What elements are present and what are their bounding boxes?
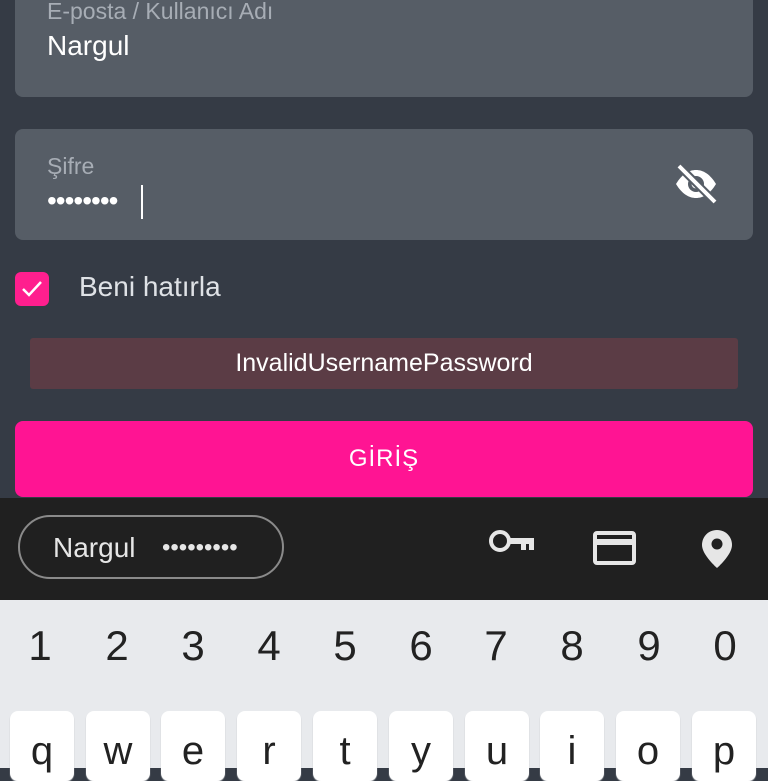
remember-me-checkbox[interactable] <box>15 272 49 306</box>
eye-off-icon[interactable] <box>673 163 719 205</box>
suggestion-username: Nargul <box>53 532 136 563</box>
key-i-label: i <box>567 729 577 773</box>
key-icon[interactable] <box>488 526 536 561</box>
key-7[interactable]: 7 <box>471 622 521 670</box>
key-9[interactable]: 9 <box>624 622 674 670</box>
key-q[interactable]: q <box>10 711 74 781</box>
key-8[interactable]: 8 <box>547 622 597 670</box>
remember-me-label[interactable]: Beni hatırla <box>79 271 221 303</box>
key-y-label: y <box>411 729 431 773</box>
credit-card-icon[interactable] <box>593 531 636 570</box>
password-label: Şifre <box>47 153 95 179</box>
key-t-label: t <box>339 729 351 773</box>
location-pin-icon[interactable] <box>700 528 734 575</box>
key-q-label: q <box>30 729 54 773</box>
key-p-label: p <box>712 729 736 773</box>
key-4[interactable]: 4 <box>244 622 294 670</box>
key-o[interactable]: o <box>616 711 680 781</box>
login-button[interactable]: GİRİŞ <box>15 421 753 497</box>
key-o-label: o <box>636 729 660 773</box>
key-5[interactable]: 5 <box>320 622 370 670</box>
key-3[interactable]: 3 <box>168 622 218 670</box>
key-6[interactable]: 6 <box>396 622 446 670</box>
error-message: InvalidUsernamePassword <box>30 338 738 389</box>
key-u-label: u <box>485 729 509 773</box>
email-label: E-posta / Kullanıcı Adı <box>47 0 274 24</box>
password-field[interactable]: Şifre •••••••• <box>15 129 753 240</box>
on-screen-keyboard: 1 2 3 4 5 6 7 8 9 0 q w e r t y u i o p <box>0 600 768 781</box>
checkmark-icon <box>22 281 42 297</box>
key-y[interactable]: y <box>389 711 453 781</box>
text-caret <box>141 185 143 219</box>
suggestion-password: ••••••••• <box>162 534 238 561</box>
key-w[interactable]: w <box>86 711 150 781</box>
key-r[interactable]: r <box>237 711 301 781</box>
key-i[interactable]: i <box>540 711 604 781</box>
key-e-label: e <box>181 729 205 773</box>
key-0[interactable]: 0 <box>700 622 750 670</box>
email-field[interactable]: E-posta / Kullanıcı Adı Nargul <box>15 0 753 97</box>
key-p[interactable]: p <box>692 711 756 781</box>
key-u[interactable]: u <box>465 711 529 781</box>
autofill-bar: Nargul ••••••••• <box>0 498 768 600</box>
credential-suggestion-chip[interactable]: Nargul ••••••••• <box>18 515 284 579</box>
key-2[interactable]: 2 <box>92 622 142 670</box>
key-r-label: r <box>262 729 276 773</box>
password-value[interactable]: •••••••• <box>47 185 118 217</box>
key-t[interactable]: t <box>313 711 377 781</box>
email-value[interactable]: Nargul <box>47 30 129 62</box>
key-w-label: w <box>103 729 133 773</box>
key-e[interactable]: e <box>161 711 225 781</box>
key-1[interactable]: 1 <box>15 622 65 670</box>
